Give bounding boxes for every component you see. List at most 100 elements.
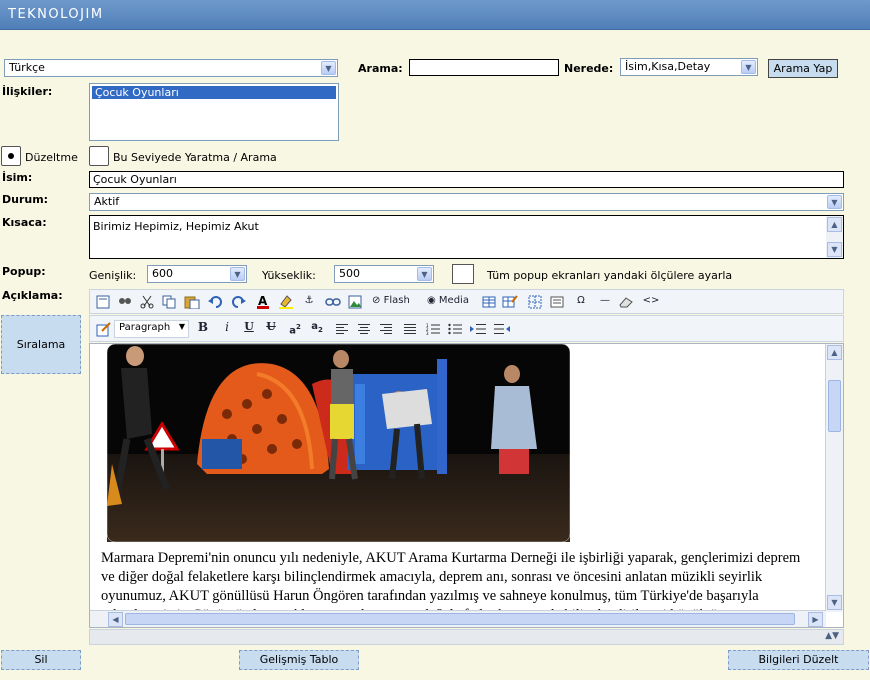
- list-item[interactable]: Çocuk Oyunları: [92, 86, 336, 99]
- unordered-list-icon[interactable]: [448, 323, 462, 335]
- html-source-icon[interactable]: <>: [642, 290, 660, 312]
- subscript-icon[interactable]: a2: [308, 316, 326, 338]
- copy-icon[interactable]: [162, 295, 176, 309]
- short-label: Kısaca:: [2, 216, 47, 229]
- find-icon[interactable]: [118, 295, 132, 309]
- bold-icon[interactable]: B: [194, 316, 212, 338]
- edit-mode-label: Düzeltme: [25, 151, 78, 164]
- align-left-icon[interactable]: [336, 323, 348, 335]
- advanced-table-button[interactable]: Gelişmiş Tablo: [239, 650, 359, 670]
- popup-all-checkbox[interactable]: [452, 264, 474, 284]
- link-icon[interactable]: [325, 296, 341, 308]
- ordered-list-icon[interactable]: 123: [426, 323, 440, 335]
- chevron-down-icon[interactable]: ▼: [741, 60, 756, 74]
- align-right-icon[interactable]: [380, 323, 392, 335]
- relations-list[interactable]: Çocuk Oyunları: [89, 83, 339, 141]
- table-props-icon[interactable]: [502, 294, 518, 310]
- highlight-icon[interactable]: [278, 294, 294, 310]
- delete-button[interactable]: Sil: [1, 650, 81, 670]
- short-value: Birimiz Hepimiz, Hepimiz Akut: [93, 220, 259, 233]
- height-label: Yükseklik:: [262, 269, 316, 282]
- superscript-icon[interactable]: a2: [286, 316, 304, 338]
- description-label: Açıklama:: [2, 289, 63, 302]
- app-logo: TEKNOLOJIM: [8, 7, 104, 22]
- editor-vscrollbar[interactable]: ▲ ▼: [825, 344, 843, 612]
- align-justify-icon[interactable]: [404, 323, 416, 335]
- text-color-icon[interactable]: A: [256, 294, 270, 310]
- width-label: Genişlik:: [89, 269, 137, 282]
- create-mode-radio[interactable]: [89, 146, 109, 166]
- status-value: Aktif: [94, 195, 120, 208]
- media-button[interactable]: ◉ Media: [427, 290, 475, 312]
- popup-label: Popup:: [2, 265, 46, 278]
- visual-aid-icon[interactable]: [528, 295, 542, 309]
- editor-hscrollbar[interactable]: ◀ ▶: [90, 610, 826, 627]
- omega-icon[interactable]: Ω: [572, 290, 590, 312]
- scroll-down-icon[interactable]: ▼: [827, 595, 842, 610]
- paste-icon[interactable]: [184, 295, 200, 309]
- status-select[interactable]: Aktif ▼: [89, 193, 844, 211]
- name-input[interactable]: Çocuk Oyunları: [89, 171, 844, 188]
- app-header: TEKNOLOJIM: [0, 0, 870, 30]
- scroll-right-icon[interactable]: ▶: [808, 612, 823, 627]
- vscroll-thumb[interactable]: [828, 380, 841, 432]
- underline-icon[interactable]: U: [240, 316, 258, 338]
- chevron-down-icon[interactable]: ▼: [321, 61, 336, 75]
- svg-text:3: 3: [426, 331, 429, 335]
- edit-css-icon[interactable]: [96, 322, 111, 337]
- redo-icon[interactable]: [232, 295, 246, 309]
- height-value: 500: [339, 267, 360, 280]
- eraser-icon[interactable]: [618, 296, 634, 308]
- cut-icon[interactable]: [140, 295, 154, 309]
- horizontal-rule-icon[interactable]: —: [596, 290, 614, 312]
- short-scrollbar[interactable]: ▲ ▼: [826, 216, 843, 258]
- height-select[interactable]: 500 ▼: [334, 265, 434, 283]
- undo-icon[interactable]: [208, 295, 222, 309]
- search-label: Arama:: [358, 62, 403, 75]
- italic-icon[interactable]: i: [218, 316, 236, 338]
- language-select[interactable]: Türkçe ▼: [4, 59, 338, 77]
- align-center-icon[interactable]: [358, 323, 370, 335]
- edit-mode-radio[interactable]: [1, 146, 21, 166]
- where-select[interactable]: İsim,Kısa,Detay ▼: [620, 58, 758, 76]
- hscroll-thumb[interactable]: [125, 613, 795, 625]
- strikethrough-icon[interactable]: U: [262, 316, 280, 338]
- editor-toolbar-2: Paragraph ▼ B i U U a2 a2 123: [89, 315, 844, 342]
- chevron-down-icon[interactable]: ▼: [827, 195, 842, 209]
- indent-icon[interactable]: [470, 323, 486, 335]
- editor-content[interactable]: Marmara Depremi'nin onuncu yılı nedeniyl…: [89, 343, 844, 628]
- resize-icon[interactable]: ▲▼: [825, 631, 839, 641]
- table-icon[interactable]: [482, 295, 496, 309]
- format-value: Paragraph: [119, 322, 171, 333]
- flash-icon: ⊘: [372, 295, 381, 306]
- chevron-down-icon[interactable]: ▼: [179, 322, 185, 331]
- anchor-icon[interactable]: ⚓: [300, 290, 318, 312]
- language-value: Türkçe: [9, 61, 45, 74]
- save-button[interactable]: Bilgileri Düzelt: [728, 650, 869, 670]
- media-icon: ◉: [427, 295, 436, 306]
- scroll-up-icon[interactable]: ▲: [827, 345, 842, 360]
- layer-icon[interactable]: [550, 295, 564, 309]
- width-select[interactable]: 600 ▼: [147, 265, 247, 283]
- search-button[interactable]: Arama Yap: [768, 59, 838, 78]
- width-value: 600: [152, 267, 173, 280]
- media-label: Media: [438, 295, 469, 306]
- name-label: İsim:: [2, 171, 33, 184]
- scroll-down-icon[interactable]: ▼: [827, 242, 842, 257]
- search-input[interactable]: [409, 59, 559, 76]
- scroll-up-icon[interactable]: ▲: [827, 217, 842, 232]
- flash-button[interactable]: ⊘ Flash: [372, 290, 416, 312]
- new-document-icon[interactable]: [96, 295, 110, 309]
- short-textarea[interactable]: Birimiz Hepimiz, Hepimiz Akut ▲ ▼: [89, 215, 844, 259]
- scroll-left-icon[interactable]: ◀: [108, 612, 123, 627]
- chevron-down-icon[interactable]: ▼: [230, 267, 245, 281]
- sort-button[interactable]: Sıralama: [1, 315, 81, 374]
- outdent-icon[interactable]: [494, 323, 510, 335]
- popup-all-label: Tüm popup ekranları yandaki ölçülere aya…: [487, 269, 733, 282]
- create-mode-label: Bu Seviyede Yaratma / Arama: [113, 151, 277, 164]
- image-icon[interactable]: [348, 295, 362, 309]
- flash-label: Flash: [383, 295, 410, 306]
- where-value: İsim,Kısa,Detay: [625, 60, 711, 73]
- format-select[interactable]: Paragraph ▼: [114, 320, 189, 338]
- chevron-down-icon[interactable]: ▼: [417, 267, 432, 281]
